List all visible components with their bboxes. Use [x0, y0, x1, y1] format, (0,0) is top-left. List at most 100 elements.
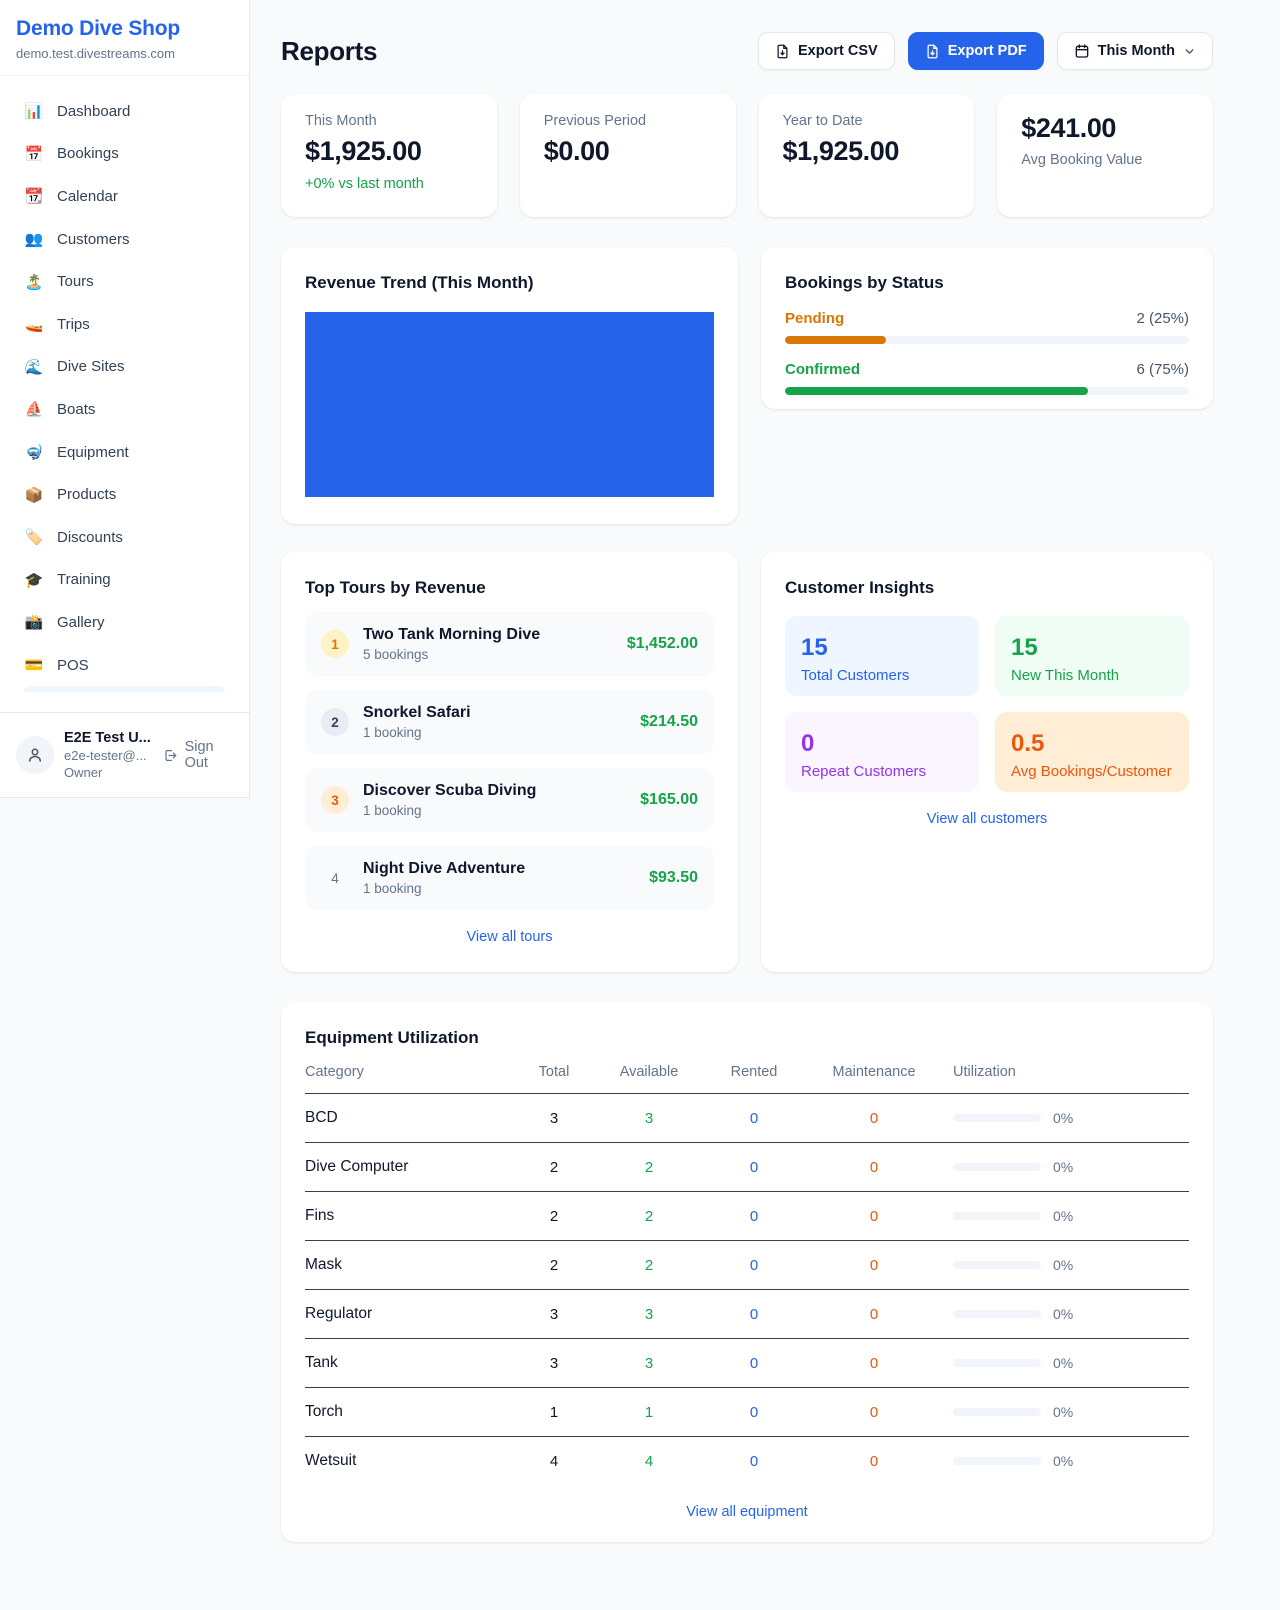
equipment-category: Torch — [305, 1403, 509, 1421]
sidebar-item-discounts[interactable]: 🏷️ Discounts — [12, 516, 237, 559]
equipment-total: 4 — [509, 1453, 599, 1470]
tour-list-item: 2 Snorkel Safari 1 booking $214.50 — [305, 690, 714, 754]
sidebar-item-products[interactable]: 📦Products — [12, 473, 237, 516]
sidebar-item-label: Customers — [57, 231, 130, 248]
equipment-available: 4 — [599, 1453, 699, 1470]
sidebar-item-boats[interactable]: ⛵Boats — [12, 388, 237, 431]
insight-tiles: 15 Total Customers 15 New This Month 0 R… — [785, 616, 1189, 792]
equipment-rented: 0 — [699, 1453, 809, 1470]
progress-fill-confirmed — [785, 387, 1088, 395]
equipment-total: 3 — [509, 1306, 599, 1323]
export-csv-button[interactable]: Export CSV — [758, 32, 895, 70]
utilization-percent: 0% — [1053, 1306, 1073, 1322]
main-content: Reports Export CSV Export PDF This Month… — [281, 0, 1213, 1542]
progress-fill-pending — [785, 336, 886, 344]
sidebar-item-label: Gallery — [57, 614, 105, 631]
export-csv-label: Export CSV — [798, 43, 878, 59]
column-header-rented: Rented — [699, 1064, 809, 1080]
top-tours-card: Top Tours by Revenue 1 Two Tank Morning … — [281, 552, 738, 972]
tile-value: 0 — [801, 730, 963, 758]
tour-name: Snorkel Safari — [363, 704, 626, 722]
equipment-total: 2 — [509, 1159, 599, 1176]
tile-avg-bookings-customer: 0.5 Avg Bookings/Customer — [995, 712, 1189, 792]
sign-out-button[interactable]: Sign Out — [163, 739, 233, 771]
equipment-total: 3 — [509, 1110, 599, 1127]
sidebar: Demo Dive Shop demo.test.divestreams.com… — [0, 0, 250, 798]
sidebar-item-trips[interactable]: 🚤Trips — [12, 303, 237, 346]
utilization-track — [953, 1261, 1041, 1269]
equipment-available: 3 — [599, 1306, 699, 1323]
stat-value: $241.00 — [1021, 113, 1189, 144]
view-all-customers-link[interactable]: View all customers — [785, 811, 1189, 827]
stat-card-previous-period: Previous Period $0.00 — [520, 94, 736, 217]
brand-name: Demo Dive Shop — [16, 17, 233, 41]
equipment-available: 2 — [599, 1159, 699, 1176]
equipment-total: 3 — [509, 1355, 599, 1372]
customers-icon: 👥 — [24, 230, 44, 248]
column-header-category: Category — [305, 1064, 509, 1080]
equipment-maintenance: 0 — [809, 1208, 939, 1225]
tile-label: New This Month — [1011, 667, 1173, 684]
tile-value: 15 — [801, 634, 963, 662]
graduation-cap-icon: 🎓 — [24, 571, 44, 589]
sidebar-item-label: Discounts — [57, 529, 123, 546]
chevron-down-icon — [1183, 45, 1196, 58]
sidebar-item-dive-sites[interactable]: 🌊Dive Sites — [12, 346, 237, 389]
table-row: Mask 2 2 0 0 0% — [305, 1241, 1189, 1290]
sailboat-icon: ⛵ — [24, 400, 44, 418]
utilization-track — [953, 1310, 1041, 1318]
sidebar-item-bookings[interactable]: 📅Bookings — [12, 133, 237, 176]
table-row: Dive Computer 2 2 0 0 0% — [305, 1143, 1189, 1192]
sidebar-item-dashboard[interactable]: 📊Dashboard — [12, 90, 237, 133]
sidebar-item-training[interactable]: 🎓Training — [12, 559, 237, 602]
sidebar-item-gallery[interactable]: 📸 Gallery — [12, 601, 237, 644]
bookings-by-status-title: Bookings by Status — [785, 273, 1189, 293]
view-all-tours-link[interactable]: View all tours — [305, 929, 714, 945]
equipment-utilization-card: Equipment Utilization Category Total Ava… — [281, 1002, 1213, 1542]
equipment-available: 2 — [599, 1208, 699, 1225]
tag-icon: 🏷️ — [24, 528, 44, 546]
equipment-maintenance: 0 — [809, 1159, 939, 1176]
table-row: Regulator 3 3 0 0 0% — [305, 1290, 1189, 1339]
status-row-pending: Pending 2 (25%) — [785, 310, 1189, 344]
column-header-utilization: Utilization — [939, 1064, 1189, 1080]
sidebar-item-reports-partial[interactable] — [24, 686, 225, 692]
page-title: Reports — [281, 36, 377, 67]
user-name: E2E Test U... — [64, 730, 151, 746]
equipment-rented: 0 — [699, 1355, 809, 1372]
file-download-icon — [775, 44, 790, 59]
stat-label: Avg Booking Value — [1021, 152, 1189, 168]
bookings-by-status-card: Bookings by Status Pending 2 (25%) Confi… — [761, 247, 1213, 409]
export-pdf-button[interactable]: Export PDF — [908, 32, 1044, 70]
period-dropdown[interactable]: This Month — [1057, 32, 1213, 70]
file-download-icon — [925, 44, 940, 59]
sidebar-item-customers[interactable]: 👥 Customers — [12, 218, 237, 261]
equipment-maintenance: 0 — [809, 1453, 939, 1470]
tour-list-item: 1 Two Tank Morning Dive 5 bookings $1,45… — [305, 612, 714, 676]
utilization-track — [953, 1457, 1041, 1465]
sidebar-item-label: Trips — [57, 316, 90, 333]
sign-out-label: Sign Out — [185, 739, 233, 771]
brand-domain: demo.test.divestreams.com — [16, 46, 233, 61]
top-tours-title: Top Tours by Revenue — [305, 578, 714, 598]
rank-badge: 4 — [321, 864, 349, 892]
camera-icon: 📸 — [24, 613, 44, 631]
sidebar-item-equipment[interactable]: 🤿Equipment — [12, 431, 237, 474]
equipment-maintenance: 0 — [809, 1257, 939, 1274]
stat-value: $0.00 — [544, 136, 712, 167]
view-all-equipment-link[interactable]: View all equipment — [305, 1504, 1189, 1520]
sidebar-item-tours[interactable]: 🏝️Tours — [12, 260, 237, 303]
equipment-category: Dive Computer — [305, 1158, 509, 1176]
tour-bookings: 1 booking — [363, 725, 626, 740]
utilization-track — [953, 1114, 1041, 1122]
dashboard-icon: 📊 — [24, 102, 44, 120]
equipment-rented: 0 — [699, 1404, 809, 1421]
brand-block: Demo Dive Shop demo.test.divestreams.com — [0, 0, 249, 76]
utilization-percent: 0% — [1053, 1355, 1073, 1371]
progress-track — [785, 336, 1189, 344]
stat-card-avg-booking-value: $241.00 Avg Booking Value — [997, 94, 1213, 217]
sidebar-item-pos[interactable]: 💳POS — [12, 644, 237, 687]
sidebar-item-calendar[interactable]: 📆Calendar — [12, 175, 237, 218]
utilization-track — [953, 1212, 1041, 1220]
diving-mask-icon: 🤿 — [24, 443, 44, 461]
